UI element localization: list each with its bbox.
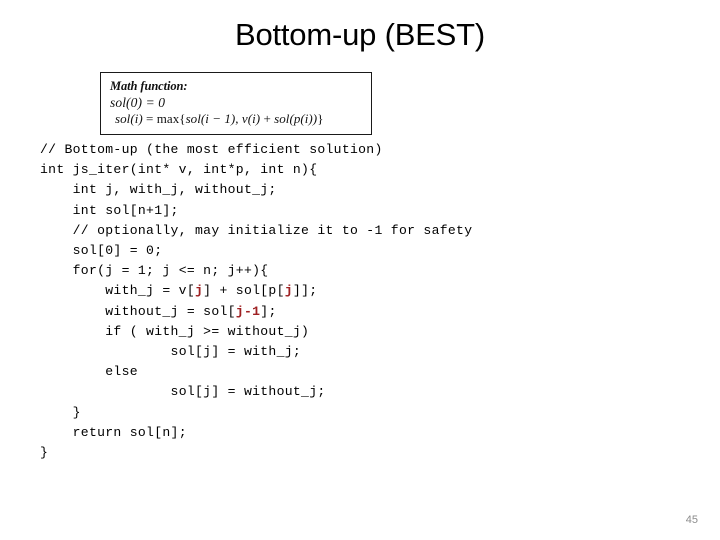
code-highlight-token: j xyxy=(195,283,204,299)
code-line: without_j = sol[j-1]; xyxy=(40,302,680,322)
code-token: without_j = sol[ xyxy=(105,303,236,319)
math-op-equals: = xyxy=(142,111,157,127)
code-line: sol[j] = without_j; xyxy=(40,382,680,402)
code-token: sol[j] = with_j; xyxy=(170,344,302,360)
page-title: Bottom-up (BEST) xyxy=(234,17,486,52)
code-line: int sol[n+1]; xyxy=(40,201,680,221)
math-brace-close: } xyxy=(317,111,324,127)
code-line: int js_iter(int* v, int*p, int n){ xyxy=(40,160,680,180)
code-token: ]]; xyxy=(292,283,318,299)
code-highlight-token: j xyxy=(284,283,293,299)
code-listing: // Bottom-up (the most efficient solutio… xyxy=(40,140,680,463)
math-box-heading: Math function: xyxy=(110,79,188,93)
code-token: ]; xyxy=(260,303,277,319)
code-line: int j, with_j, without_j; xyxy=(40,180,680,200)
code-token: } xyxy=(40,445,49,461)
code-line: } xyxy=(40,443,680,463)
code-token: // optionally, may initialize it to -1 f… xyxy=(72,222,473,238)
math-term-3: sol(p(i)) xyxy=(274,111,318,127)
code-token: } xyxy=(72,404,81,420)
slide-canvas: Bottom-up (BEST) Math function: sol(0) =… xyxy=(0,0,720,540)
code-line: // Bottom-up (the most efficient solutio… xyxy=(40,140,680,160)
math-op-plus: + xyxy=(260,111,275,127)
math-equation-recurrence: sol(i) = max{sol(i − 1), v(i) + sol(p(i)… xyxy=(110,111,362,127)
code-token: for(j = 1; j <= n; j++){ xyxy=(72,263,269,279)
code-line: return sol[n]; xyxy=(40,423,680,443)
page-number: 45 xyxy=(685,514,698,526)
code-token: with_j = v[ xyxy=(105,283,195,299)
code-line: sol[0] = 0; xyxy=(40,241,680,261)
code-token: sol[0] = 0; xyxy=(72,243,163,259)
math-term-1: sol(i − 1) xyxy=(185,111,236,127)
code-line: if ( with_j >= without_j) xyxy=(40,322,680,342)
math-comma: , xyxy=(235,111,242,127)
math-function-box: Math function: sol(0) = 0 sol(i) = max{s… xyxy=(100,72,372,136)
code-line: sol[j] = with_j; xyxy=(40,342,680,362)
code-line: // optionally, may initialize it to -1 f… xyxy=(40,221,680,241)
code-token: int j, with_j, without_j; xyxy=(72,182,277,198)
code-token: ] + sol[p[ xyxy=(203,283,285,299)
code-highlight-token: j-1 xyxy=(235,303,261,319)
math-func-max: max xyxy=(156,111,180,127)
code-token: int js_iter(int* v, int*p, int n){ xyxy=(40,162,318,178)
code-token: // Bottom-up (the most efficient solutio… xyxy=(40,142,383,157)
code-token: return sol[n]; xyxy=(72,424,187,440)
math-term-2: v(i) xyxy=(241,111,261,127)
code-token: if ( with_j >= without_j) xyxy=(105,323,310,339)
code-token: else xyxy=(105,364,138,380)
code-token: int sol[n+1]; xyxy=(72,202,179,218)
code-token: sol[j] = without_j; xyxy=(170,384,326,400)
code-line: with_j = v[j] + sol[p[j]]; xyxy=(40,281,680,301)
math-equation-base-case: sol(0) = 0 xyxy=(110,94,166,110)
math-term-lhs: sol(i) xyxy=(115,111,143,127)
code-line: for(j = 1; j <= n; j++){ xyxy=(40,261,680,281)
code-line: else xyxy=(40,362,680,382)
code-line: } xyxy=(40,403,680,423)
